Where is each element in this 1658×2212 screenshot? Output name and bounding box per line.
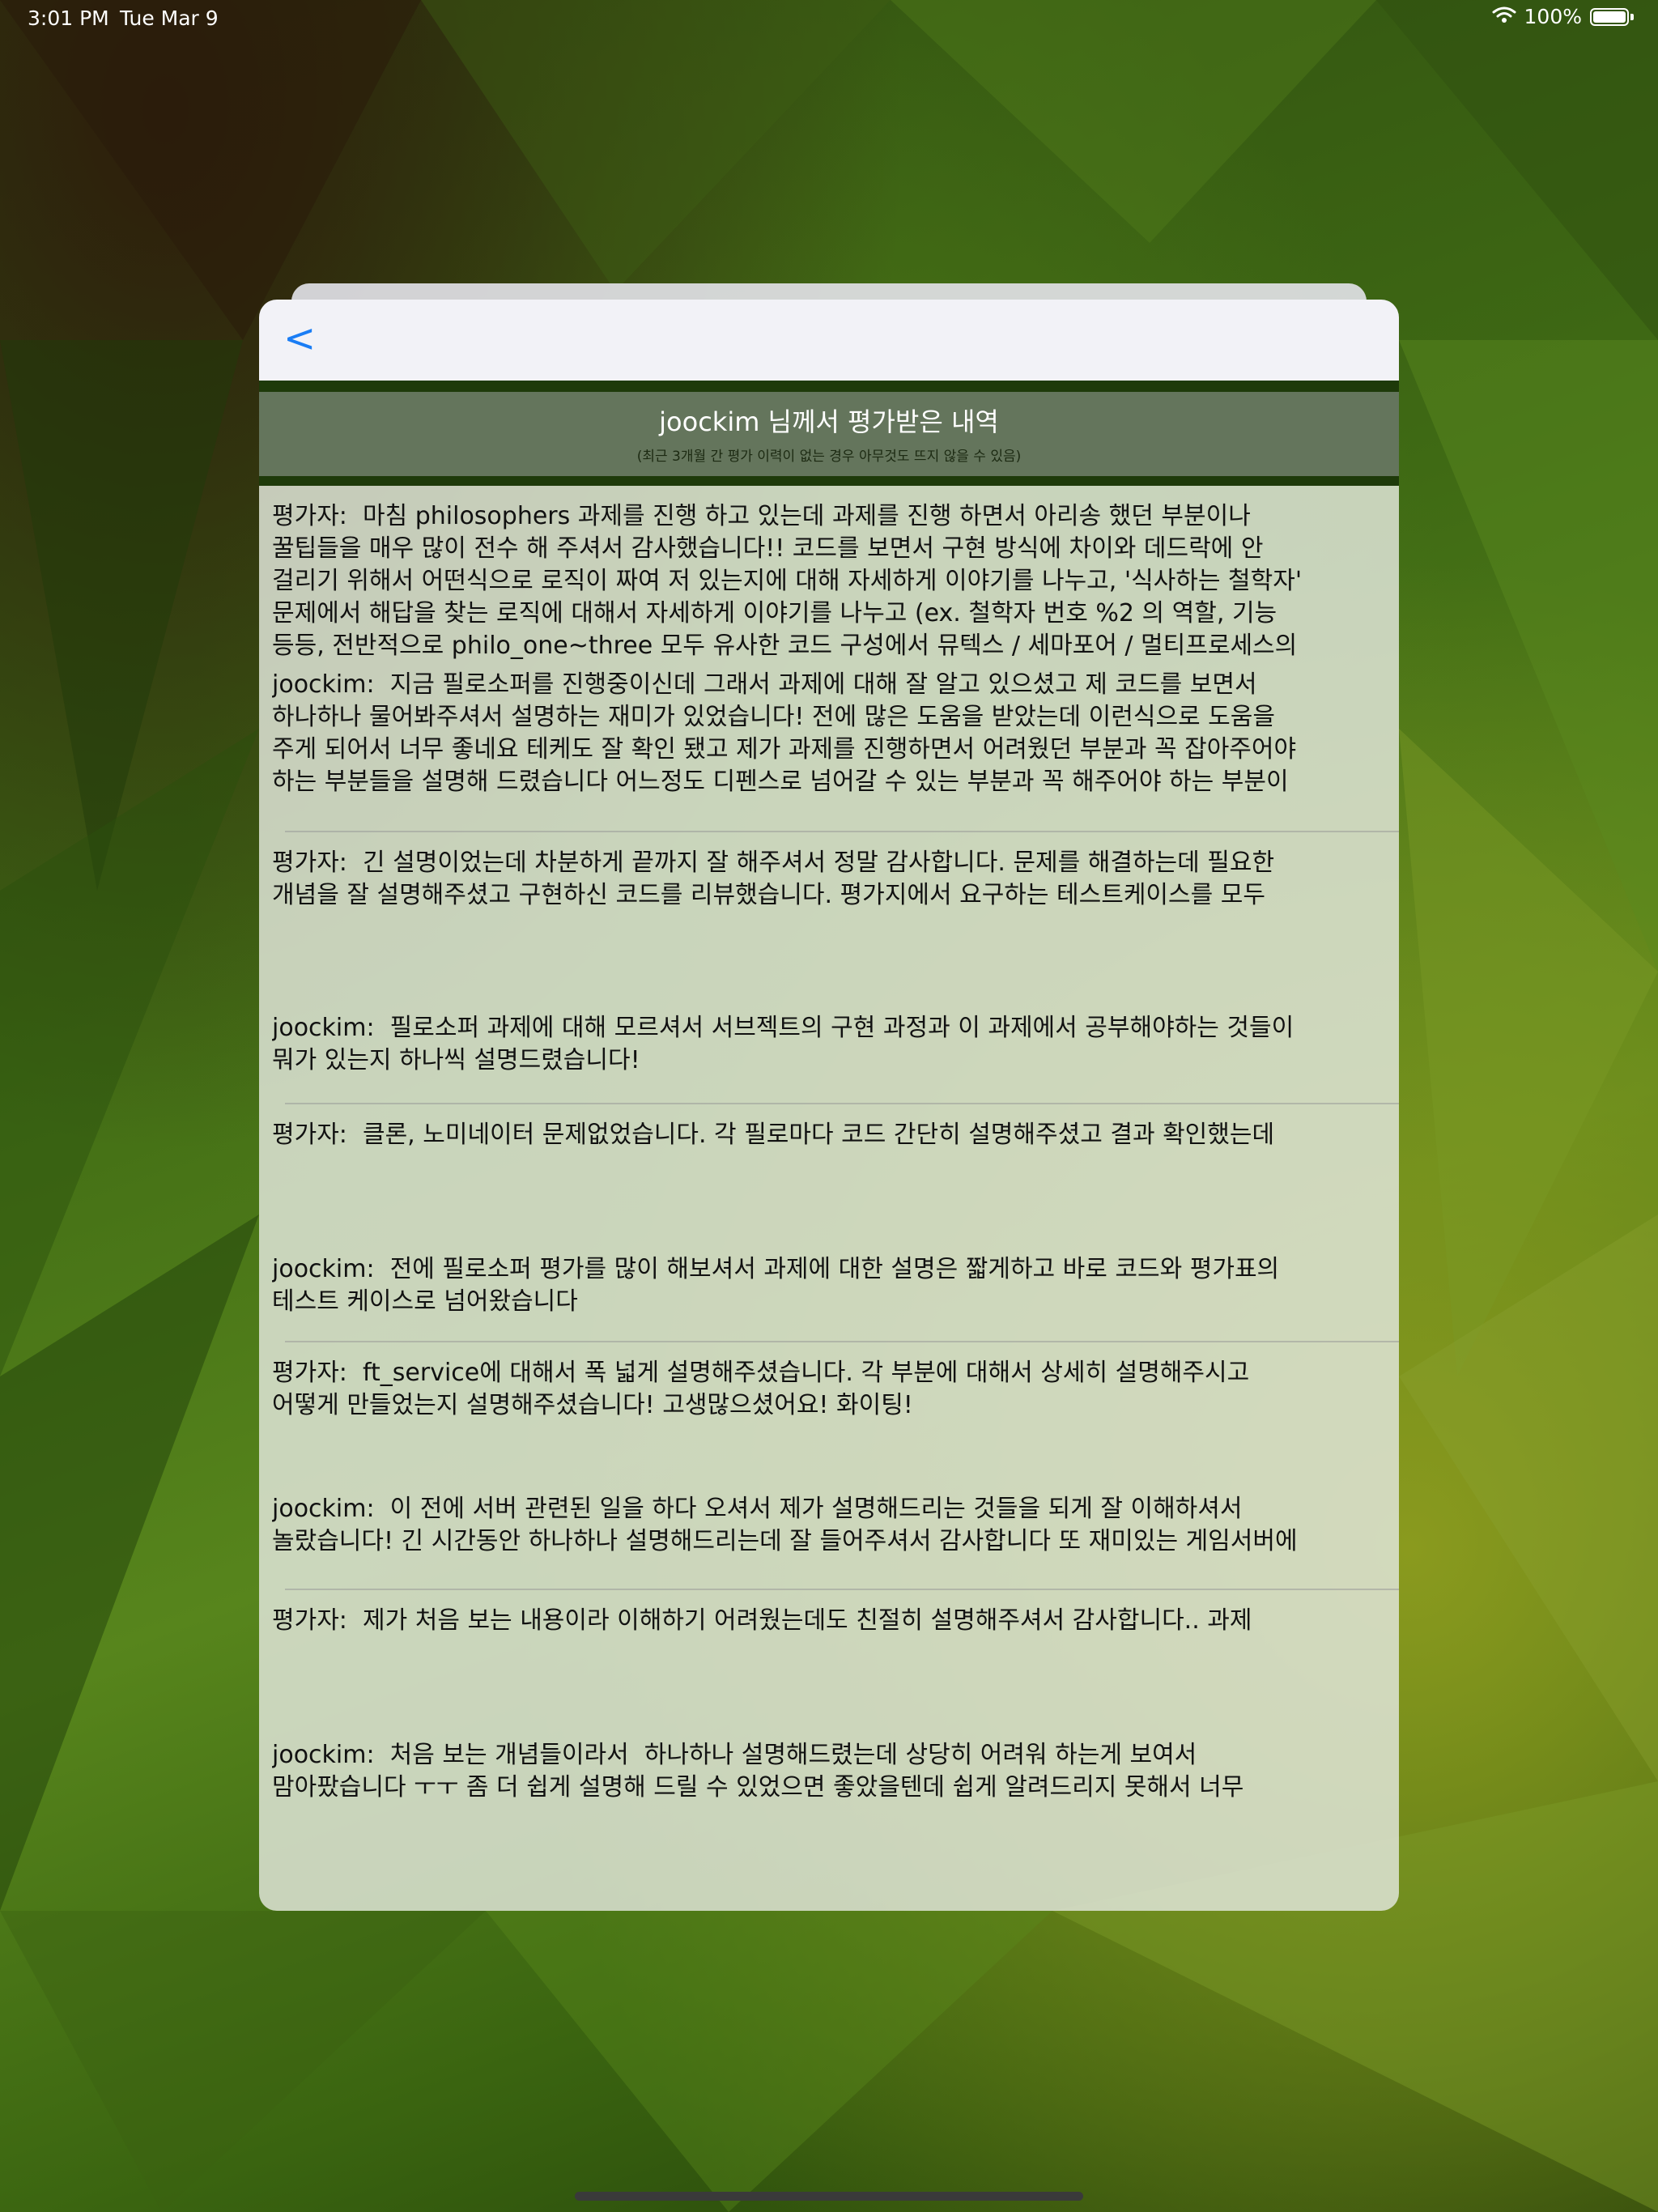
feedback-entry[interactable]: 평가자: 제가 처음 보는 내용이라 이해하기 어려웠는데도 친절히 설명해주셔…: [259, 1605, 1399, 1820]
page-title: joockim 님께서 평가받은 내역: [659, 406, 999, 437]
row-divider: [285, 1103, 1399, 1104]
evaluator-comment: 평가자: 긴 설명이었는데 차분하게 끝까지 잘 해주셔서 정말 감사합니다. …: [272, 849, 1275, 909]
feedback-entry[interactable]: 평가자: 클론, 노미네이터 문제없었습니다. 각 필로마다 코드 간단히 설명…: [259, 1119, 1399, 1341]
battery-icon: [1590, 7, 1629, 26]
row-divider: [285, 1341, 1399, 1342]
status-date: Tue Mar 9: [120, 6, 219, 30]
feedback-entry[interactable]: 평가자: 마침 philosophers 과제를 진행 하고 있는데 과제를 진…: [259, 500, 1399, 831]
page-subtitle: (최근 3개월 간 평가 이력이 없는 경우 아무것도 뜨지 않을 수 있음): [636, 449, 1022, 465]
status-indicators: 100%: [1492, 5, 1634, 28]
self-comment: joockim: 이 전에 서버 관련된 일을 하다 오셔서 제가 설명해드리는…: [272, 1495, 1298, 1555]
wifi-icon: [1492, 5, 1516, 28]
status-bar: 3:01 PM Tue Mar 9 100%: [0, 0, 1658, 39]
header-box: joockim 님께서 평가받은 내역 (최근 3개월 간 평가 이력이 없는 …: [259, 392, 1399, 476]
feedback-entry[interactable]: 평가자: 긴 설명이었는데 차분하게 끝까지 잘 해주셔서 정말 감사합니다. …: [259, 847, 1399, 1103]
self-comment: joockim: 처음 보는 개념들이라서 하나하나 설명해드렸는데 상당히 어…: [272, 1741, 1244, 1802]
row-divider: [285, 1589, 1399, 1590]
evaluator-comment: 평가자: 클론, 노미네이터 문제없었습니다. 각 필로마다 코드 간단히 설명…: [272, 1121, 1275, 1149]
self-comment: joockim: 지금 필로소퍼를 진행중이신데 그래서 과제에 대해 잘 알고…: [272, 670, 1297, 796]
self-comment: joockim: 전에 필로소퍼 평가를 많이 해보셔서 과제에 대한 설명은 …: [272, 1255, 1280, 1316]
screen: 3:01 PM Tue Mar 9 100% < joockim 님께서 평가받…: [0, 0, 1658, 2212]
home-indicator[interactable]: [575, 2192, 1083, 2201]
feedback-list[interactable]: 평가자: 마침 philosophers 과제를 진행 하고 있는데 과제를 진…: [259, 486, 1399, 1911]
evaluator-comment: 평가자: 제가 처음 보는 내용이라 이해하기 어려웠는데도 친절히 설명해주셔…: [272, 1606, 1252, 1635]
evaluation-history-sheet: < joockim 님께서 평가받은 내역 (최근 3개월 간 평가 이력이 없…: [259, 300, 1399, 1911]
row-divider: [285, 831, 1399, 832]
battery-percent: 100%: [1524, 5, 1582, 28]
feedback-entry[interactable]: 평가자: ft_service에 대해서 폭 넓게 설명해주셨습니다. 각 부분…: [259, 1357, 1399, 1589]
battery-tip-icon: [1630, 13, 1634, 20]
evaluator-comment: 평가자: 마침 philosophers 과제를 진행 하고 있는데 과제를 진…: [272, 502, 1303, 660]
evaluator-comment: 평가자: ft_service에 대해서 폭 넓게 설명해주셨습니다. 각 부분…: [272, 1359, 1250, 1419]
self-comment: joockim: 필로소퍼 과제에 대해 모르셔서 서브젝트의 구현 과정과 이…: [272, 1014, 1295, 1074]
navigation-bar: <: [259, 300, 1399, 381]
back-button[interactable]: <: [283, 316, 316, 361]
battery-level: [1593, 11, 1626, 23]
status-time: 3:01 PM: [28, 6, 109, 30]
header-strip: joockim 님께서 평가받은 내역 (최근 3개월 간 평가 이력이 없는 …: [259, 381, 1399, 486]
